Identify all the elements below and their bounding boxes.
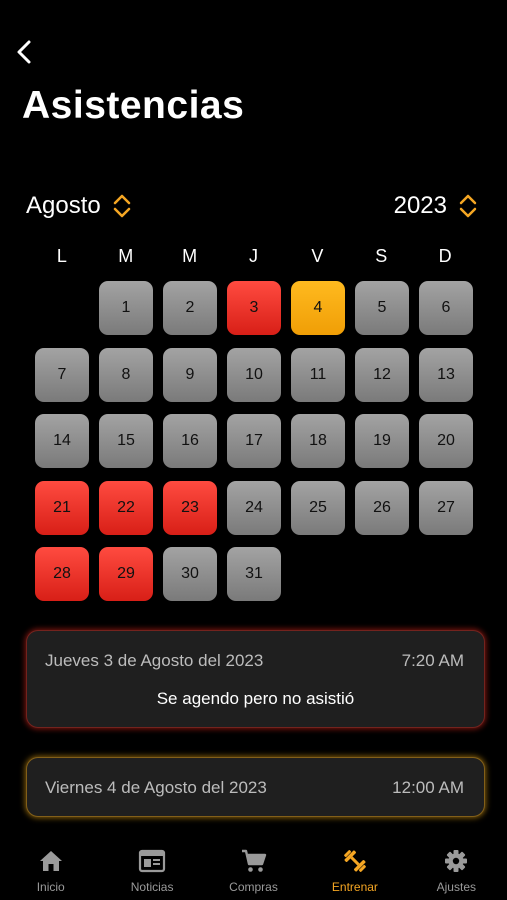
calendar-day-31[interactable]: 31 — [227, 547, 281, 601]
attendance-record-card[interactable]: Jueves 3 de Agosto del 2023 7:20 AM Se a… — [26, 630, 485, 728]
calendar-day-22[interactable]: 22 — [99, 480, 153, 535]
month-label: Agosto — [26, 192, 101, 219]
calendar-day-2[interactable]: 2 — [163, 281, 217, 335]
calendar-day-8[interactable]: 8 — [99, 347, 153, 402]
calendar-day-5[interactable]: 5 — [355, 281, 409, 335]
dumbbell-icon — [344, 850, 366, 872]
calendar-day-24[interactable]: 24 — [227, 480, 281, 535]
calendar-day-20[interactable]: 20 — [419, 414, 473, 468]
calendar-day-15[interactable]: 15 — [99, 414, 153, 468]
tab-label: Noticias — [130, 880, 174, 894]
weekday-label: M — [182, 246, 198, 266]
page-title: Asistencias — [22, 84, 245, 127]
calendar-day-28[interactable]: 28 — [35, 547, 89, 601]
calendar-day-7[interactable]: 7 — [35, 347, 89, 402]
home-icon — [39, 851, 62, 871]
weekday-label: D — [438, 246, 452, 266]
calendar-day-13[interactable]: 13 — [419, 347, 473, 402]
tab-label: Compras — [229, 880, 278, 894]
tab-label: Entrenar — [331, 880, 378, 894]
calendar-day-4[interactable]: 4 — [291, 281, 345, 335]
calendar-day-19[interactable]: 19 — [355, 414, 409, 468]
calendar-day-27[interactable]: 27 — [419, 480, 473, 535]
chevron-up-down-icon — [459, 194, 477, 218]
weekday-label: J — [248, 246, 258, 266]
tab-bar: Inicio Noticias Compras Entrenar Ajustes — [0, 832, 507, 900]
chevron-left-icon — [17, 40, 31, 64]
tab-label: Ajustes — [436, 880, 476, 894]
calendar-day-21[interactable]: 21 — [35, 480, 89, 535]
calendar-day-3[interactable]: 3 — [227, 281, 281, 335]
tab-entrenar[interactable]: Entrenar — [304, 832, 405, 900]
back-button[interactable] — [14, 38, 38, 66]
chevron-up-down-icon — [113, 194, 130, 218]
gear-icon — [445, 850, 468, 872]
calendar-day-23[interactable]: 23 — [163, 480, 217, 535]
weekday-label: V — [311, 246, 324, 266]
calendar-day-16[interactable]: 16 — [163, 414, 217, 468]
calendar-day-10[interactable]: 10 — [227, 347, 281, 402]
weekday-label: M — [118, 246, 134, 266]
record-date: Viernes 4 de Agosto del 2023 — [45, 778, 267, 797]
calendar-day-18[interactable]: 18 — [291, 414, 345, 468]
calendar-day-1[interactable]: 1 — [99, 281, 153, 335]
cart-icon — [241, 849, 266, 872]
record-date: Jueves 3 de Agosto del 2023 — [45, 651, 264, 670]
calendar-day-14[interactable]: 14 — [35, 414, 89, 468]
record-time: 7:20 AM — [401, 651, 464, 670]
calendar-day-12[interactable]: 12 — [355, 347, 409, 402]
calendar-day-29[interactable]: 29 — [99, 547, 153, 601]
year-selector[interactable]: 2023 — [394, 192, 479, 220]
year-label: 2023 — [393, 192, 447, 219]
calendar-day-26[interactable]: 26 — [355, 480, 409, 535]
month-selector[interactable]: Agosto — [26, 192, 133, 220]
calendar-day-17[interactable]: 17 — [227, 414, 281, 468]
weekday-header: L M M J V S D — [30, 246, 477, 267]
tab-noticias[interactable]: Noticias — [101, 832, 202, 900]
calendar-blank-cell — [35, 281, 89, 335]
attendance-record-card[interactable]: Viernes 4 de Agosto del 2023 12:00 AM — [26, 757, 485, 817]
calendar-day-30[interactable]: 30 — [163, 547, 217, 601]
calendar-day-6[interactable]: 6 — [419, 281, 473, 335]
weekday-label: L — [56, 246, 67, 266]
record-time: 12:00 AM — [392, 778, 464, 797]
calendar-grid: 1 2 3 4 5 6 7 8 9 10 11 12 13 14 15 16 17 18 19 20 21 22 23 24 2… — [35, 281, 473, 601]
tab-ajustes[interactable]: Ajustes — [406, 832, 507, 900]
calendar-day-9[interactable]: 9 — [163, 347, 217, 402]
tab-label: Inicio — [36, 880, 65, 894]
newspaper-icon — [139, 849, 166, 873]
tab-compras[interactable]: Compras — [203, 832, 304, 900]
weekday-label: S — [375, 246, 388, 266]
record-status: Se agendo pero no asistió — [156, 689, 355, 708]
calendar-day-25[interactable]: 25 — [291, 480, 345, 535]
calendar-day-11[interactable]: 11 — [291, 347, 345, 402]
tab-inicio[interactable]: Inicio — [0, 832, 101, 900]
